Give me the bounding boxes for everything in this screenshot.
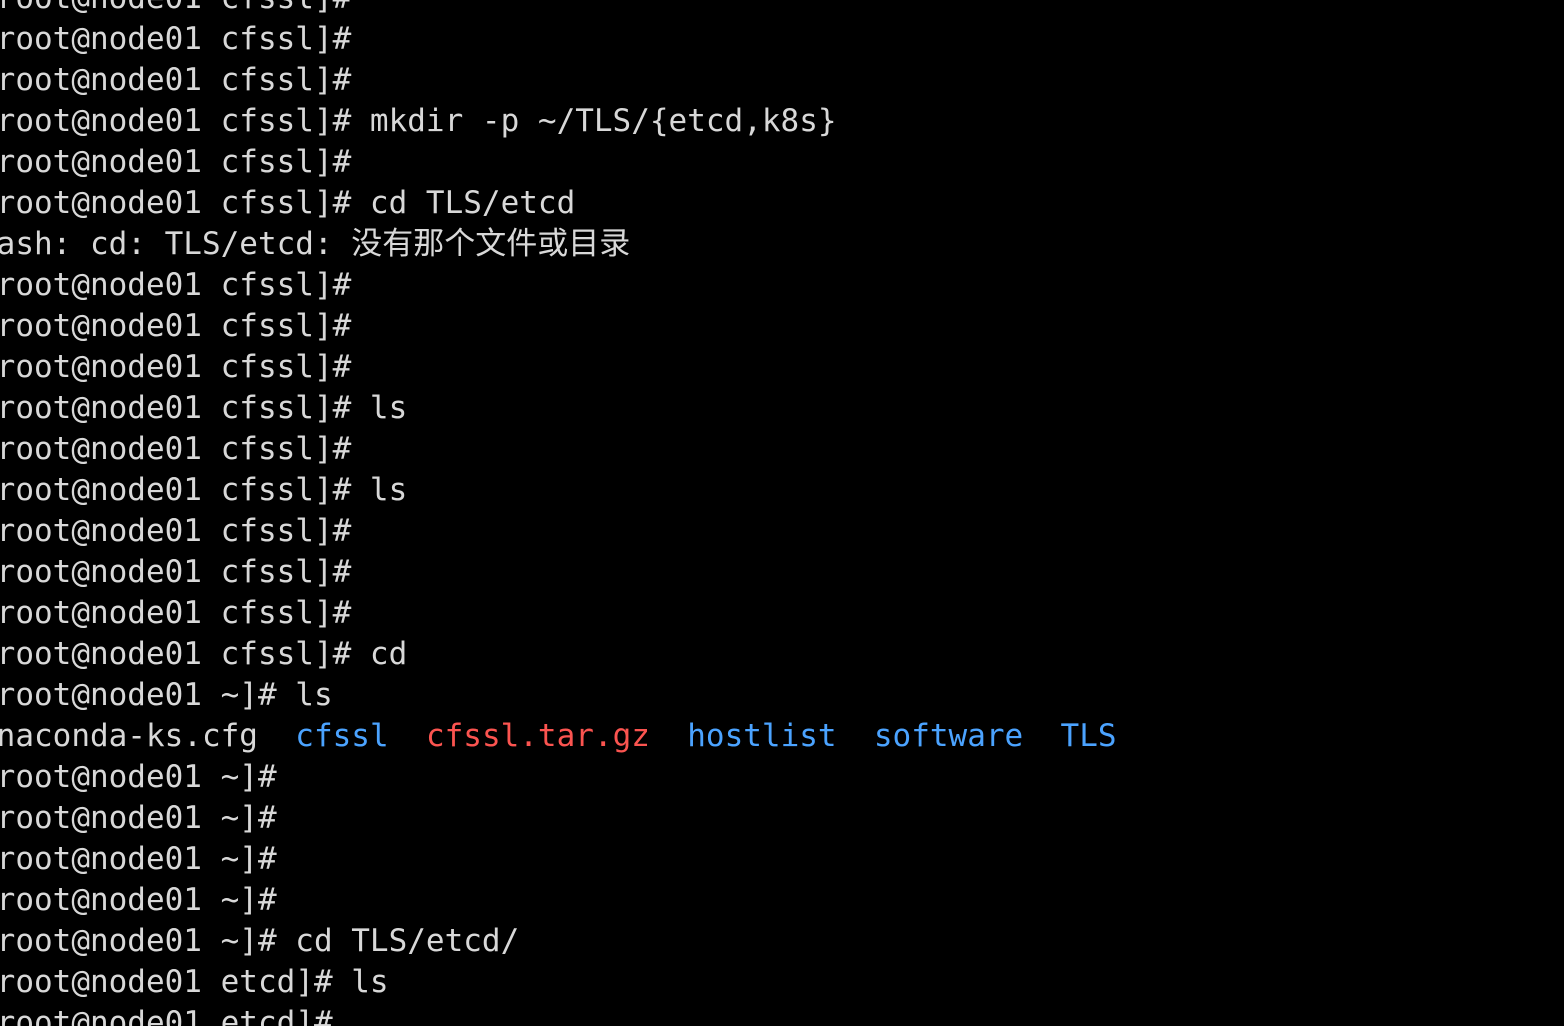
- terminal-text: [root@node01 etcd]#: [0, 1005, 352, 1026]
- listing-entry: cfssl: [295, 718, 389, 754]
- terminal-screen[interactable]: [root@node01 cfssl]# [root@node01 cfssl]…: [0, 0, 1564, 1026]
- terminal-text: [root@node01 ~]# ls: [0, 677, 333, 713]
- terminal-window[interactable]: [root@node01 cfssl]# [root@node01 cfssl]…: [0, 0, 1564, 1026]
- terminal-text: [root@node01 cfssl]#: [0, 0, 370, 16]
- terminal-prompt-line: [root@node01 cfssl]#: [0, 19, 1564, 60]
- terminal-prompt-line: [root@node01 ~]#: [0, 757, 1564, 798]
- terminal-command-line: [root@node01 ~]# cd TLS/etcd/: [0, 921, 1564, 962]
- terminal-text: [root@node01 ~]#: [0, 841, 296, 877]
- terminal-command-line: [root@node01 cfssl]# mkdir -p ~/TLS/{etc…: [0, 101, 1564, 142]
- listing-entry: cfssl.tar.gz: [425, 718, 650, 754]
- terminal-text: [root@node01 cfssl]# cd: [0, 636, 408, 672]
- terminal-text: [root@node01 cfssl]#: [0, 513, 370, 549]
- listing-entry: hostlist: [687, 718, 837, 754]
- listing-entry: [650, 718, 687, 754]
- terminal-error-line: bash: cd: TLS/etcd: 没有那个文件或目录: [0, 224, 1564, 265]
- terminal-text: [root@node01 cfssl]#: [0, 267, 370, 303]
- listing-entry: [389, 718, 426, 754]
- terminal-text: [root@node01 cfssl]#: [0, 349, 370, 385]
- terminal-text: [root@node01 cfssl]#: [0, 554, 370, 590]
- terminal-prompt-line: [root@node01 cfssl]#: [0, 552, 1564, 593]
- terminal-text: [root@node01 ~]#: [0, 882, 296, 918]
- terminal-command-line: [root@node01 cfssl]# ls: [0, 470, 1564, 511]
- terminal-text: [root@node01 cfssl]# cd TLS/etcd: [0, 185, 576, 221]
- terminal-text: [root@node01 cfssl]# ls: [0, 390, 408, 426]
- terminal-prompt-line: [root@node01 cfssl]#: [0, 60, 1564, 101]
- terminal-text: [root@node01 cfssl]#: [0, 62, 370, 98]
- terminal-text: [root@node01 ~]#: [0, 759, 296, 795]
- terminal-listing-line: anaconda-ks.cfg cfssl cfssl.tar.gz hostl…: [0, 716, 1564, 757]
- terminal-command-line: [root@node01 cfssl]# ls: [0, 388, 1564, 429]
- listing-entry: [837, 718, 874, 754]
- terminal-text: [root@node01 cfssl]#: [0, 308, 370, 344]
- terminal-prompt-line: [root@node01 cfssl]#: [0, 347, 1564, 388]
- terminal-prompt-line: [root@node01 cfssl]#: [0, 306, 1564, 347]
- terminal-prompt-line: [root@node01 cfssl]#: [0, 0, 1564, 19]
- terminal-command-line: [root@node01 cfssl]# cd TLS/etcd: [0, 183, 1564, 224]
- terminal-prompt-line: [root@node01 ~]#: [0, 839, 1564, 880]
- listing-entry: [1023, 718, 1060, 754]
- terminal-text: [root@node01 cfssl]#: [0, 21, 370, 57]
- listing-entry: TLS: [1060, 718, 1117, 754]
- listing-entry: [258, 718, 295, 754]
- terminal-command-line: [root@node01 etcd]# ls: [0, 962, 1564, 1003]
- terminal-text: [root@node01 ~]#: [0, 800, 296, 836]
- terminal-text: [root@node01 etcd]# ls: [0, 964, 389, 1000]
- terminal-text: [root@node01 cfssl]#: [0, 595, 370, 631]
- terminal-prompt-line: [root@node01 etcd]#: [0, 1003, 1564, 1026]
- terminal-command-line: [root@node01 ~]# ls: [0, 675, 1564, 716]
- terminal-text: [root@node01 cfssl]# ls: [0, 472, 408, 508]
- terminal-text: [root@node01 cfssl]# mkdir -p ~/TLS/{etc…: [0, 103, 837, 139]
- terminal-text: [root@node01 cfssl]#: [0, 431, 370, 467]
- terminal-text: [root@node01 cfssl]#: [0, 144, 370, 180]
- terminal-prompt-line: [root@node01 cfssl]#: [0, 429, 1564, 470]
- terminal-command-line: [root@node01 cfssl]# cd: [0, 634, 1564, 675]
- terminal-prompt-line: [root@node01 cfssl]#: [0, 511, 1564, 552]
- terminal-prompt-line: [root@node01 cfssl]#: [0, 593, 1564, 634]
- listing-entry: anaconda-ks.cfg: [0, 718, 258, 754]
- terminal-prompt-line: [root@node01 cfssl]#: [0, 142, 1564, 183]
- listing-entry: software: [873, 718, 1024, 754]
- terminal-prompt-line: [root@node01 cfssl]#: [0, 265, 1564, 306]
- terminal-text: [root@node01 ~]# cd TLS/etcd/: [0, 923, 520, 959]
- terminal-text: bash: cd: TLS/etcd: 没有那个文件或目录: [0, 226, 631, 262]
- terminal-prompt-line: [root@node01 ~]#: [0, 798, 1564, 839]
- terminal-prompt-line: [root@node01 ~]#: [0, 880, 1564, 921]
